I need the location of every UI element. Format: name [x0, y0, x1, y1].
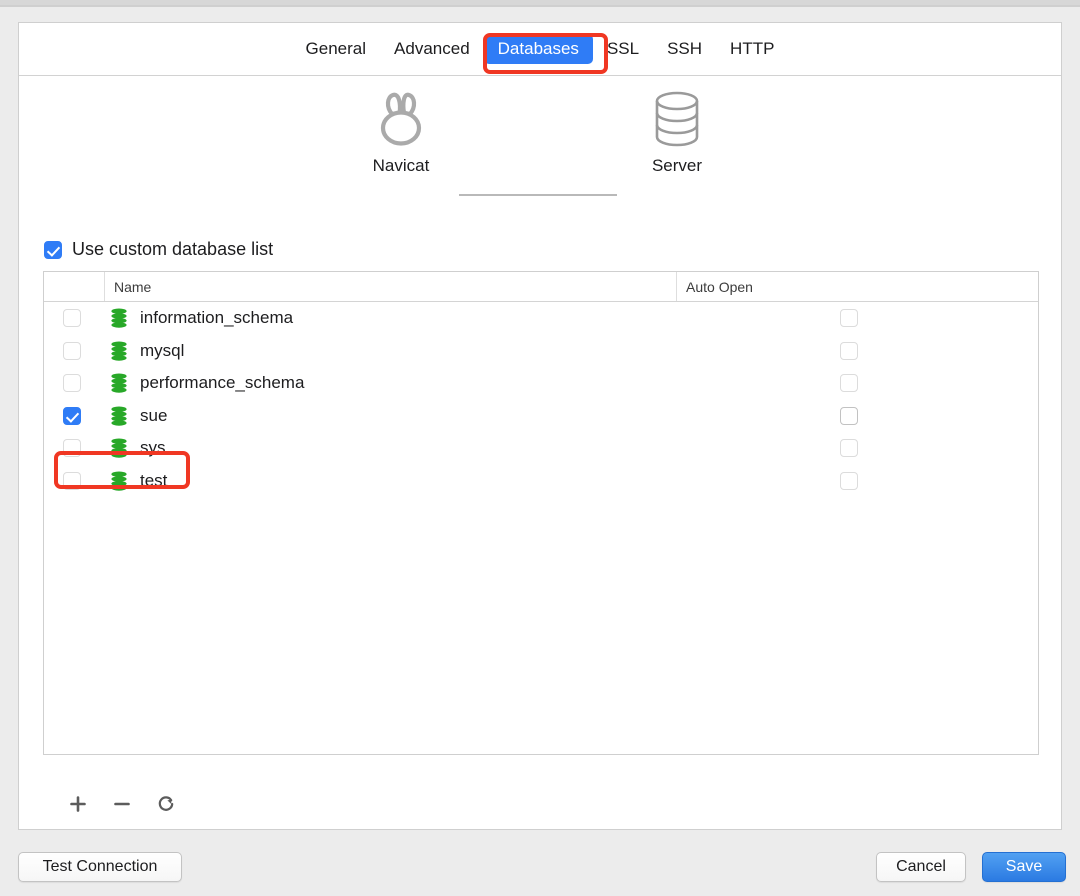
database-icon — [110, 373, 128, 393]
diagram-navicat: Navicat — [321, 88, 481, 176]
test-connection-button[interactable]: Test Connection — [18, 852, 182, 882]
row-auto-open-checkbox[interactable] — [840, 309, 858, 327]
database-list-toolbar — [65, 791, 179, 817]
add-database-button[interactable] — [65, 791, 91, 817]
database-icon — [110, 308, 128, 328]
tab-bar: General Advanced Databases SSL SSH HTTP — [19, 23, 1061, 76]
row-name-cell: performance_schema — [104, 373, 676, 393]
diagram-connector-line — [459, 194, 617, 196]
tab-databases[interactable]: Databases — [484, 34, 593, 64]
table-header-auto-open: Auto Open — [676, 272, 1038, 301]
row-auto-open-cell[interactable] — [676, 472, 1038, 490]
tab-ssl[interactable]: SSL — [593, 34, 653, 64]
row-name-cell: sys — [104, 438, 676, 458]
row-select-cell[interactable] — [44, 407, 104, 425]
remove-database-button[interactable] — [109, 791, 135, 817]
server-database-icon — [597, 88, 757, 150]
dialog-footer: Test Connection Cancel Save — [0, 838, 1080, 896]
minus-icon — [112, 794, 132, 814]
table-header-row: Name Auto Open — [44, 272, 1038, 302]
row-auto-open-checkbox[interactable] — [840, 374, 858, 392]
use-custom-database-list-row[interactable]: Use custom database list — [44, 239, 273, 260]
row-auto-open-cell[interactable] — [676, 374, 1038, 392]
row-select-checkbox[interactable] — [63, 309, 81, 327]
refresh-database-list-button[interactable] — [153, 791, 179, 817]
table-row[interactable]: mysql — [44, 335, 1038, 368]
row-select-checkbox[interactable] — [63, 407, 81, 425]
row-auto-open-checkbox[interactable] — [840, 342, 858, 360]
row-select-cell[interactable] — [44, 439, 104, 457]
row-select-checkbox[interactable] — [63, 439, 81, 457]
row-name-label: sue — [140, 406, 167, 426]
row-auto-open-cell[interactable] — [676, 309, 1038, 327]
diagram-server-label: Server — [597, 156, 757, 176]
refresh-icon — [156, 794, 176, 814]
connection-settings-panel: General Advanced Databases SSL SSH HTTP … — [18, 22, 1062, 830]
table-row[interactable]: test — [44, 465, 1038, 498]
database-icon — [110, 471, 128, 491]
diagram-navicat-label: Navicat — [321, 156, 481, 176]
use-custom-database-list-label: Use custom database list — [72, 239, 273, 260]
row-name-label: performance_schema — [140, 373, 304, 393]
table-header-name: Name — [104, 272, 676, 301]
row-select-cell[interactable] — [44, 374, 104, 392]
row-auto-open-checkbox[interactable] — [840, 407, 858, 425]
tab-ssh[interactable]: SSH — [653, 34, 716, 64]
row-auto-open-checkbox[interactable] — [840, 439, 858, 457]
row-select-checkbox[interactable] — [63, 342, 81, 360]
row-auto-open-cell[interactable] — [676, 407, 1038, 425]
table-body: information_schema mysql — [44, 302, 1038, 497]
row-name-label: mysql — [140, 341, 184, 361]
row-select-cell[interactable] — [44, 342, 104, 360]
row-name-label: information_schema — [140, 308, 293, 328]
row-name-cell: information_schema — [104, 308, 676, 328]
table-row[interactable]: sys — [44, 432, 1038, 465]
row-auto-open-cell[interactable] — [676, 439, 1038, 457]
plus-icon — [68, 794, 88, 814]
window-top-strip-inner — [0, 0, 1080, 5]
row-name-cell: mysql — [104, 341, 676, 361]
row-select-checkbox[interactable] — [63, 374, 81, 392]
use-custom-database-list-checkbox[interactable] — [44, 241, 62, 259]
table-row[interactable]: information_schema — [44, 302, 1038, 335]
row-name-label: test — [140, 471, 167, 491]
row-name-cell: test — [104, 471, 676, 491]
row-select-cell[interactable] — [44, 309, 104, 327]
connection-diagram: Navicat Server — [19, 76, 1061, 198]
table-header-check — [44, 272, 104, 301]
database-list-table: Name Auto Open information_schema — [43, 271, 1039, 755]
row-select-checkbox[interactable] — [63, 472, 81, 490]
row-name-label: sys — [140, 438, 166, 458]
tab-http[interactable]: HTTP — [716, 34, 788, 64]
row-auto-open-checkbox[interactable] — [840, 472, 858, 490]
diagram-server: Server — [597, 88, 757, 176]
row-select-cell[interactable] — [44, 472, 104, 490]
table-row[interactable]: performance_schema — [44, 367, 1038, 400]
database-icon — [110, 438, 128, 458]
navicat-logo-icon — [321, 88, 481, 150]
tab-general[interactable]: General — [292, 34, 380, 64]
table-row-selected[interactable]: sue — [44, 400, 1038, 433]
row-name-cell: sue — [104, 406, 676, 426]
tab-advanced[interactable]: Advanced — [380, 34, 484, 64]
database-icon — [110, 406, 128, 426]
cancel-button[interactable]: Cancel — [876, 852, 966, 882]
row-auto-open-cell[interactable] — [676, 342, 1038, 360]
save-button[interactable]: Save — [982, 852, 1066, 882]
window-top-strip — [0, 0, 1080, 7]
database-icon — [110, 341, 128, 361]
